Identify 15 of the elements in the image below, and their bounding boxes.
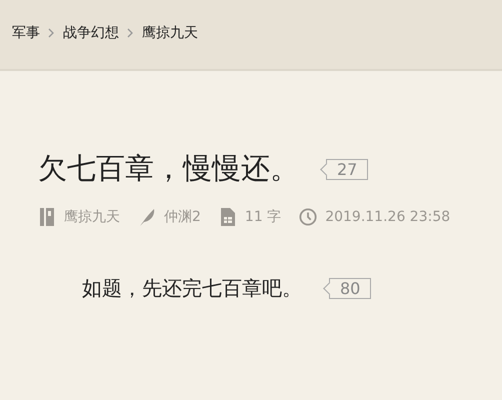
breadcrumb-link[interactable]: 鹰掠九天 [142,24,198,42]
feather-icon [138,207,156,227]
breadcrumb-link[interactable]: 战争幻想 [63,24,119,42]
document-icon [218,207,237,227]
post-date: 2019.11.26 23:58 [325,209,450,225]
word-count: 11 字 [244,208,282,226]
clock-icon [299,207,318,227]
chevron-icon [127,28,134,38]
breadcrumb-link[interactable]: 军事 [12,24,40,42]
post-title: 欠七百章，慢慢还。 [38,150,299,187]
book-icon [38,207,56,227]
chevron-icon [48,28,55,38]
reply-count: 27 [321,158,368,180]
reply-count: 80 [324,278,372,299]
chapter-title: 如题，先还完七百章吧。 [82,275,302,302]
